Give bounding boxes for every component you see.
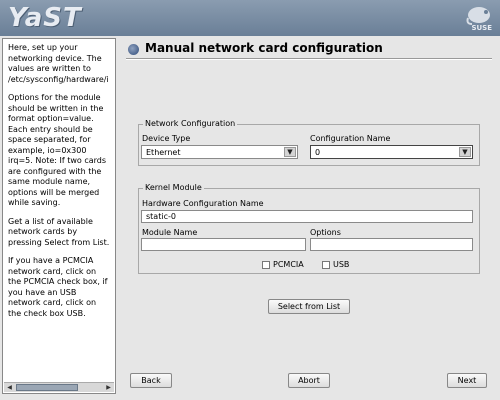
device-type-combo[interactable]: Ethernet ▼ [141,145,298,159]
kernel-module-legend: Kernel Module [143,183,204,192]
usb-checkbox-box[interactable] [322,260,330,269]
select-from-list-button[interactable]: Select from List [268,299,350,314]
device-type-label: Device Type [142,134,191,143]
help-paragraph-pcmcia-usb: If you have a PCMCIA network card, click… [8,256,108,318]
next-button[interactable]: Next [447,373,487,388]
configuration-name-combo[interactable]: 0 ▼ [310,145,473,159]
chevron-down-icon[interactable]: ▼ [459,147,471,157]
abort-button[interactable]: Abort [288,373,330,388]
back-button[interactable]: Back [130,373,172,388]
configuration-name-value: 0 [315,148,321,157]
module-name-input[interactable] [141,238,306,251]
yast-header: YaST SUSE [0,0,500,36]
scroll-left-arrow-icon[interactable]: ◀ [5,384,14,392]
help-paragraph-list: Get a list of available network cards by… [8,216,110,247]
help-horizontal-scrollbar[interactable]: ◀ ▶ [4,382,114,392]
configuration-name-label: Configuration Name [310,134,391,143]
title-divider [126,58,492,60]
scrollbar-thumb[interactable] [16,384,78,391]
help-panel[interactable]: Here, set up your networking device. The… [2,38,116,394]
usb-checkbox-label: USB [333,260,350,269]
pcmcia-checkbox[interactable]: PCMCIA [262,260,304,269]
module-name-label: Module Name [142,228,198,237]
suse-brand-text: SUSE [471,24,492,32]
scroll-right-arrow-icon[interactable]: ▶ [104,384,113,392]
page-title: Manual network card configuration [145,41,383,55]
pcmcia-checkbox-box[interactable] [262,260,270,269]
options-label: Options [310,228,341,237]
main-panel: Manual network card configuration Networ… [120,38,498,394]
hardware-configuration-name-label: Hardware Configuration Name [142,199,264,208]
pcmcia-checkbox-label: PCMCIA [273,260,304,269]
yast-logo: YaST [8,3,82,33]
help-paragraph-options: Options for the module should be written… [8,93,107,207]
usb-checkbox[interactable]: USB [322,260,349,269]
hardware-configuration-name-input[interactable]: static-0 [141,210,473,223]
chevron-down-icon[interactable]: ▼ [284,147,296,157]
network-card-icon [128,44,139,55]
device-type-value: Ethernet [146,148,181,157]
options-input[interactable] [310,238,473,251]
network-configuration-legend: Network Configuration [143,119,238,128]
help-paragraph-intro: Here, set up your networking device. The… [8,43,109,84]
hardware-configuration-name-value: static-0 [146,212,176,221]
